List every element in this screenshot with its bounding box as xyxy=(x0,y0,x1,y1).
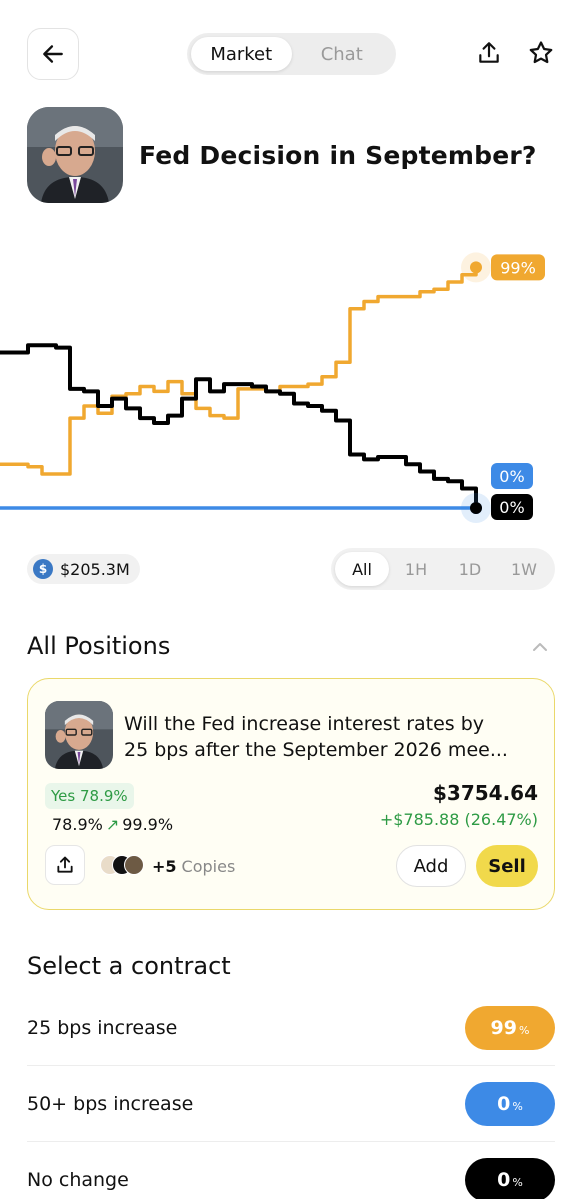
copies-label: Copies xyxy=(181,856,236,876)
usdc-icon: $ xyxy=(33,559,53,579)
range-1w[interactable]: 1W xyxy=(497,552,551,586)
share-icon xyxy=(57,856,73,873)
share-button[interactable] xyxy=(474,38,504,68)
range-1d[interactable]: 1D xyxy=(443,552,497,586)
position-side-badge: Yes 78.9% xyxy=(45,783,134,809)
tab-chat[interactable]: Chat xyxy=(292,37,393,71)
market-title: Fed Decision in September? xyxy=(139,140,537,170)
price-from: 78.9% xyxy=(52,815,103,834)
time-range-selector: All 1H 1D 1W xyxy=(331,548,555,590)
trend-up-icon: ↗ xyxy=(105,815,120,834)
contract-price-unit: % xyxy=(512,1176,523,1189)
position-question-line1: Will the Fed increase interest rates by xyxy=(124,713,485,735)
range-all[interactable]: All xyxy=(335,552,389,586)
market-avatar xyxy=(27,107,123,203)
volume-chip: $ $205.3M xyxy=(27,554,140,584)
series-end-marker xyxy=(470,502,482,514)
series-end-label: 0% xyxy=(499,498,524,517)
price-chart[interactable]: 99% 0% 0% xyxy=(0,230,582,540)
contract-row-no-change[interactable]: No change 0% xyxy=(27,1142,555,1199)
contract-price-button[interactable]: 99% xyxy=(465,1005,555,1050)
position-share-button[interactable] xyxy=(45,845,85,885)
contracts-heading: Select a contract xyxy=(27,952,231,980)
arrow-left-icon xyxy=(43,45,63,63)
contract-price: 0 xyxy=(497,1169,511,1191)
contract-label: No change xyxy=(27,1169,129,1191)
share-icon xyxy=(479,42,499,63)
position-question-line2: 25 bps after the September 2026 mee... xyxy=(124,739,508,761)
contract-row-25bps[interactable]: 25 bps increase 99% xyxy=(27,990,555,1066)
price-change: 78.9% ↗ 99.9% xyxy=(52,815,173,834)
contract-price-button[interactable]: 0% xyxy=(465,1081,555,1126)
position-pnl: +$785.88 (26.47%) xyxy=(379,810,538,829)
series-end-label: 0% xyxy=(499,467,524,486)
contract-label: 50+ bps increase xyxy=(27,1092,194,1115)
stats-row: $ $205.3M All 1H 1D 1W xyxy=(27,548,555,590)
copies-count: +5 xyxy=(152,856,177,876)
sell-button[interactable]: Sell xyxy=(476,845,538,887)
series-end-label: 99% xyxy=(500,258,536,277)
add-button[interactable]: Add xyxy=(396,845,466,887)
tab-market[interactable]: Market xyxy=(191,37,292,71)
chevron-up-icon[interactable] xyxy=(531,641,549,653)
contract-label: 25 bps increase xyxy=(27,1016,178,1039)
contract-price-button[interactable]: 0% xyxy=(465,1158,555,1199)
contract-row-50bps[interactable]: 50+ bps increase 0% xyxy=(27,1066,555,1142)
favorite-button[interactable] xyxy=(526,38,556,68)
market-header: Fed Decision in September? xyxy=(27,107,567,203)
position-card[interactable]: Will the Fed increase interest rates by … xyxy=(27,678,555,910)
positions-heading: All Positions xyxy=(27,632,171,660)
top-bar: Market Chat xyxy=(0,0,582,100)
position-value: $3754.64 xyxy=(432,781,538,805)
copier-avatars xyxy=(100,855,148,877)
contract-price-unit: % xyxy=(512,1099,523,1113)
position-avatar xyxy=(45,701,113,769)
price-to: 99.9% xyxy=(122,815,174,834)
star-icon xyxy=(529,41,553,64)
series-end-marker xyxy=(470,261,482,274)
range-1h[interactable]: 1H xyxy=(389,552,443,586)
volume-value: $205.3M xyxy=(60,559,130,579)
contract-price: 0 xyxy=(497,1092,511,1115)
view-toggle: Market Chat xyxy=(187,33,396,75)
contract-price-unit: % xyxy=(519,1023,530,1037)
position-question: Will the Fed increase interest rates by … xyxy=(124,711,544,763)
contract-price: 99 xyxy=(490,1016,517,1039)
copiers[interactable]: +5 Copies xyxy=(100,854,235,878)
back-button[interactable] xyxy=(27,28,79,80)
